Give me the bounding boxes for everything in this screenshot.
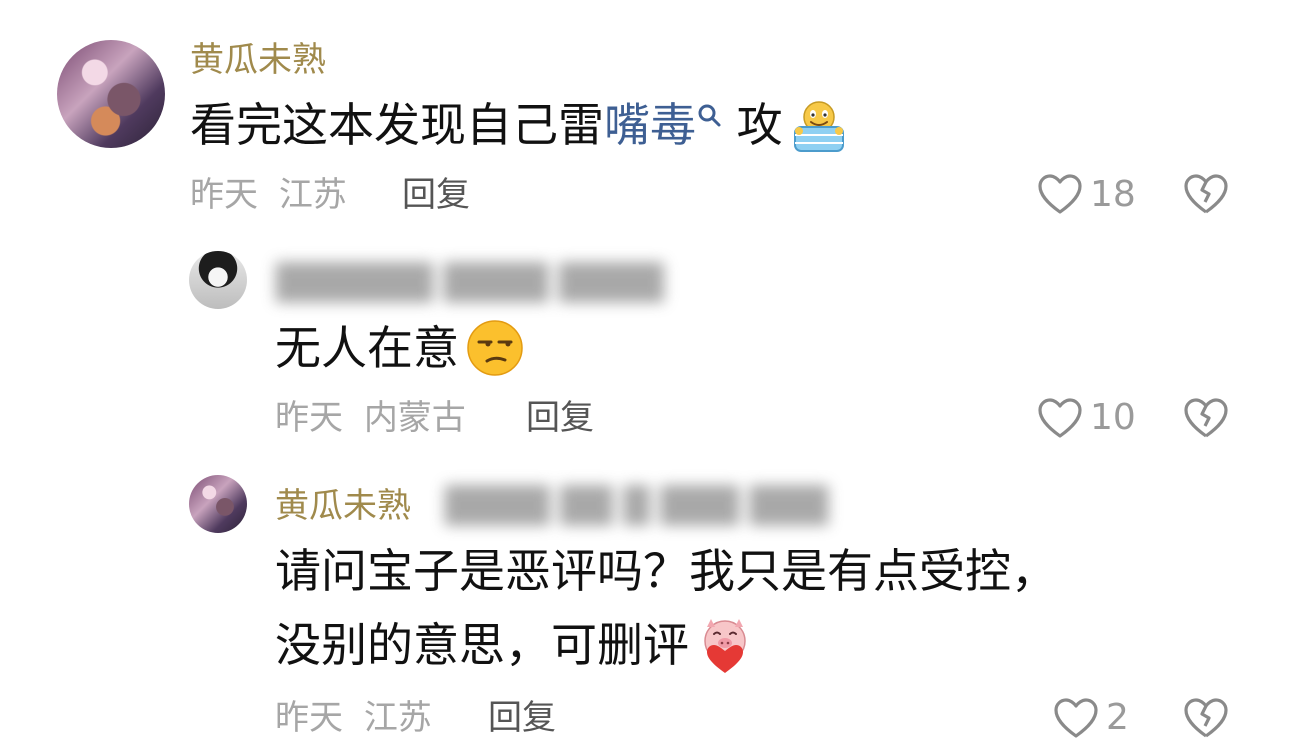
broken-heart-icon[interactable] <box>1182 696 1230 740</box>
reply-button[interactable]: 回复 <box>526 398 594 438</box>
reply-button[interactable]: 回复 <box>402 175 470 215</box>
comment-location: 江苏 <box>363 698 432 738</box>
comment-time: 昨天 <box>190 175 258 215</box>
comment-text-main: 无人在意 <box>275 321 459 375</box>
like-count: 10 <box>1090 397 1136 438</box>
reply-button[interactable]: 回复 <box>488 698 556 738</box>
comment-text-before: 看完这本发现自己雷 <box>190 98 604 152</box>
comment-author[interactable]: 黄瓜未熟 <box>190 40 326 80</box>
comment-time: 昨天 <box>275 398 343 438</box>
heart-outline-icon[interactable] <box>1036 396 1084 440</box>
keyword-link[interactable]: 嘴毒 <box>604 98 696 152</box>
like-count: 2 <box>1106 697 1129 738</box>
comment-time: 昨天 <box>275 698 343 738</box>
unamused-face-emoji <box>465 318 525 378</box>
comment-meta: 昨天 江苏 <box>190 175 347 215</box>
avatar[interactable] <box>189 475 247 533</box>
comment-text: 没别的意思，可删评 <box>275 612 755 679</box>
comment-meta: 昨天 江苏 <box>275 698 432 738</box>
comment-meta: 昨天 内蒙古 <box>275 398 466 438</box>
avatar[interactable] <box>189 251 247 309</box>
pig-heart-emoji <box>695 615 755 675</box>
comment-text: 看完这本发现自己雷嘴毒 攻 <box>190 92 849 159</box>
comment-text-after: 攻 <box>722 98 783 152</box>
comment-text-line1: 请问宝子是恶评吗？我只是有点受控， <box>275 544 1057 598</box>
comment-text: 无人在意 <box>275 315 525 382</box>
broken-heart-icon[interactable] <box>1182 172 1230 216</box>
comment-location: 内蒙古 <box>363 398 466 438</box>
like-count: 18 <box>1090 174 1136 215</box>
blanket-smile-emoji <box>789 95 849 155</box>
blurred-author: ██████ ████ ████ <box>276 263 664 303</box>
avatar[interactable] <box>57 40 165 148</box>
comment-location: 江苏 <box>278 175 347 215</box>
broken-heart-icon[interactable] <box>1182 396 1230 440</box>
comment-author[interactable]: 黄瓜未熟 <box>275 486 411 526</box>
heart-outline-icon[interactable] <box>1036 172 1084 216</box>
heart-outline-icon[interactable] <box>1052 696 1100 740</box>
blurred-reply-target: ████ ██ █ ███ ███ <box>445 486 829 526</box>
search-icon[interactable] <box>696 102 722 128</box>
comment-text-line2: 没别的意思，可删评 <box>275 618 689 672</box>
